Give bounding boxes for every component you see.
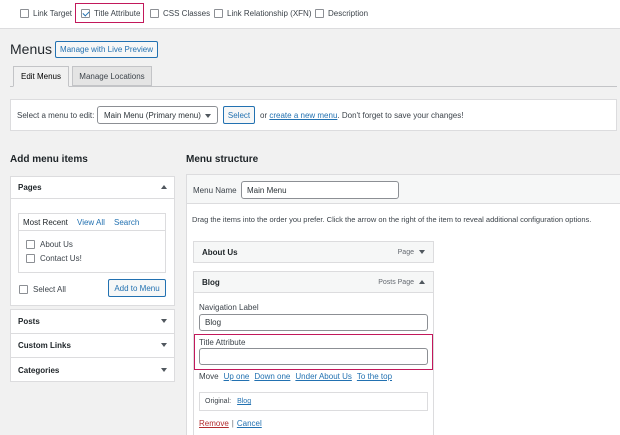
option-description[interactable]: Description xyxy=(315,9,368,18)
save-reminder-text: . Don't forget to save your changes! xyxy=(337,111,464,120)
select-all-option[interactable]: Select All xyxy=(19,285,66,294)
contact-us-label: Contact Us! xyxy=(40,254,82,263)
link-target-label: Link Target xyxy=(33,9,72,18)
or-text: or xyxy=(260,111,268,120)
menu-item-about-us[interactable]: About Us Page xyxy=(193,241,434,263)
move-links: Move Up one Down one Under About Us To t… xyxy=(199,372,392,381)
blog-item-title: Blog xyxy=(202,277,220,287)
option-link-relationship[interactable]: Link Relationship (XFN) xyxy=(214,9,311,18)
chevron-down-icon xyxy=(205,114,211,118)
title-attribute-field-label: Title Attribute xyxy=(199,338,246,347)
add-menu-items-heading: Add menu items xyxy=(10,154,88,165)
item-actions: Remove | Cancel xyxy=(199,419,262,428)
live-preview-button[interactable]: Manage with Live Preview xyxy=(55,41,158,58)
chevron-down-icon xyxy=(161,343,167,347)
custom-links-title: Custom Links xyxy=(18,340,71,350)
description-checkbox[interactable] xyxy=(315,9,324,18)
original-link-box: Original: Blog xyxy=(199,392,428,411)
title-attribute-highlight xyxy=(75,3,144,23)
about-us-item-type: Page xyxy=(398,249,425,256)
select-menu-label: Select a menu to edit: xyxy=(17,111,95,120)
action-separator: | xyxy=(231,419,234,428)
select-all-label: Select All xyxy=(33,285,66,294)
menu-select-dropdown[interactable]: Main Menu (Primary menu) xyxy=(97,106,218,124)
pages-title: Pages xyxy=(18,182,42,192)
posts-divider xyxy=(10,333,175,334)
menu-name-label: Menu Name xyxy=(193,186,237,195)
custom-links-divider xyxy=(10,357,175,358)
tab-most-recent[interactable]: Most Recent xyxy=(23,218,68,227)
move-top-link[interactable]: To the top xyxy=(357,372,392,381)
description-label: Description xyxy=(328,9,369,18)
about-us-type-label: Page xyxy=(397,248,414,256)
chevron-up-icon xyxy=(161,185,167,189)
chevron-down-icon[interactable] xyxy=(419,250,425,254)
link-relationship-label: Link Relationship (XFN) xyxy=(227,9,312,18)
tabs-divider xyxy=(10,86,617,87)
move-down-link[interactable]: Down one xyxy=(254,372,290,381)
move-under-link[interactable]: Under About Us xyxy=(295,372,351,381)
select-all-checkbox[interactable] xyxy=(19,285,28,294)
remove-link[interactable]: Remove xyxy=(199,419,229,428)
tab-view-all[interactable]: View All xyxy=(77,218,105,227)
pages-header-divider xyxy=(10,198,175,199)
page-item-about[interactable]: About Us xyxy=(26,240,73,249)
tab-edit-menus[interactable]: Edit Menus xyxy=(13,66,69,87)
navigation-label-input[interactable]: Blog xyxy=(199,314,428,331)
page-title: Menus xyxy=(10,41,53,57)
about-us-checkbox[interactable] xyxy=(26,240,35,249)
posts-accordion-header[interactable]: Posts xyxy=(10,311,175,331)
posts-title: Posts xyxy=(18,316,40,326)
custom-links-accordion-header[interactable]: Custom Links xyxy=(10,335,175,355)
link-target-checkbox[interactable] xyxy=(20,9,29,18)
pages-accordion-header[interactable]: Pages xyxy=(10,176,175,198)
blog-item-type: Posts Page xyxy=(378,279,425,286)
link-relationship-checkbox[interactable] xyxy=(214,9,223,18)
pages-tabs-divider xyxy=(18,230,166,231)
select-button[interactable]: Select xyxy=(223,106,255,124)
cancel-link[interactable]: Cancel xyxy=(237,419,262,428)
tab-manage-locations[interactable]: Manage Locations xyxy=(72,66,152,86)
contact-us-checkbox[interactable] xyxy=(26,254,35,263)
chevron-down-icon xyxy=(161,319,167,323)
categories-accordion-header[interactable]: Categories xyxy=(10,360,175,380)
drag-instructions: Drag the items into the order you prefer… xyxy=(192,215,592,224)
chevron-down-icon xyxy=(161,368,167,372)
create-new-menu-link[interactable]: create a new menu xyxy=(269,111,337,120)
menu-name-input[interactable]: Main Menu xyxy=(241,181,399,199)
about-us-label: About Us xyxy=(40,240,73,249)
about-us-item-title: About Us xyxy=(202,247,238,257)
move-label: Move xyxy=(199,372,219,381)
select-menu-hint: or create a new menu. Don't forget to sa… xyxy=(260,111,463,120)
css-classes-checkbox[interactable] xyxy=(150,9,159,18)
title-attribute-input[interactable] xyxy=(199,348,428,365)
original-blog-link[interactable]: Blog xyxy=(237,398,251,405)
tab-search[interactable]: Search xyxy=(114,218,139,227)
menu-select-value: Main Menu (Primary menu) xyxy=(104,110,201,120)
screen-options-bar: Link Target Title Attribute CSS Classes … xyxy=(0,0,620,29)
chevron-up-icon[interactable] xyxy=(419,280,425,284)
option-link-target[interactable]: Link Target xyxy=(20,9,72,18)
original-label: Original: xyxy=(205,398,232,405)
add-to-menu-button[interactable]: Add to Menu xyxy=(108,279,166,297)
menu-item-blog[interactable]: Blog Posts Page xyxy=(193,271,434,293)
option-css-classes[interactable]: CSS Classes xyxy=(150,9,210,18)
blog-type-label: Posts Page xyxy=(378,278,414,286)
menu-structure-heading: Menu structure xyxy=(186,154,259,165)
navigation-label-label: Navigation Label xyxy=(199,303,259,312)
move-up-link[interactable]: Up one xyxy=(224,372,250,381)
page-item-contact[interactable]: Contact Us! xyxy=(26,254,82,263)
css-classes-label: CSS Classes xyxy=(163,9,211,18)
categories-title: Categories xyxy=(18,365,60,375)
